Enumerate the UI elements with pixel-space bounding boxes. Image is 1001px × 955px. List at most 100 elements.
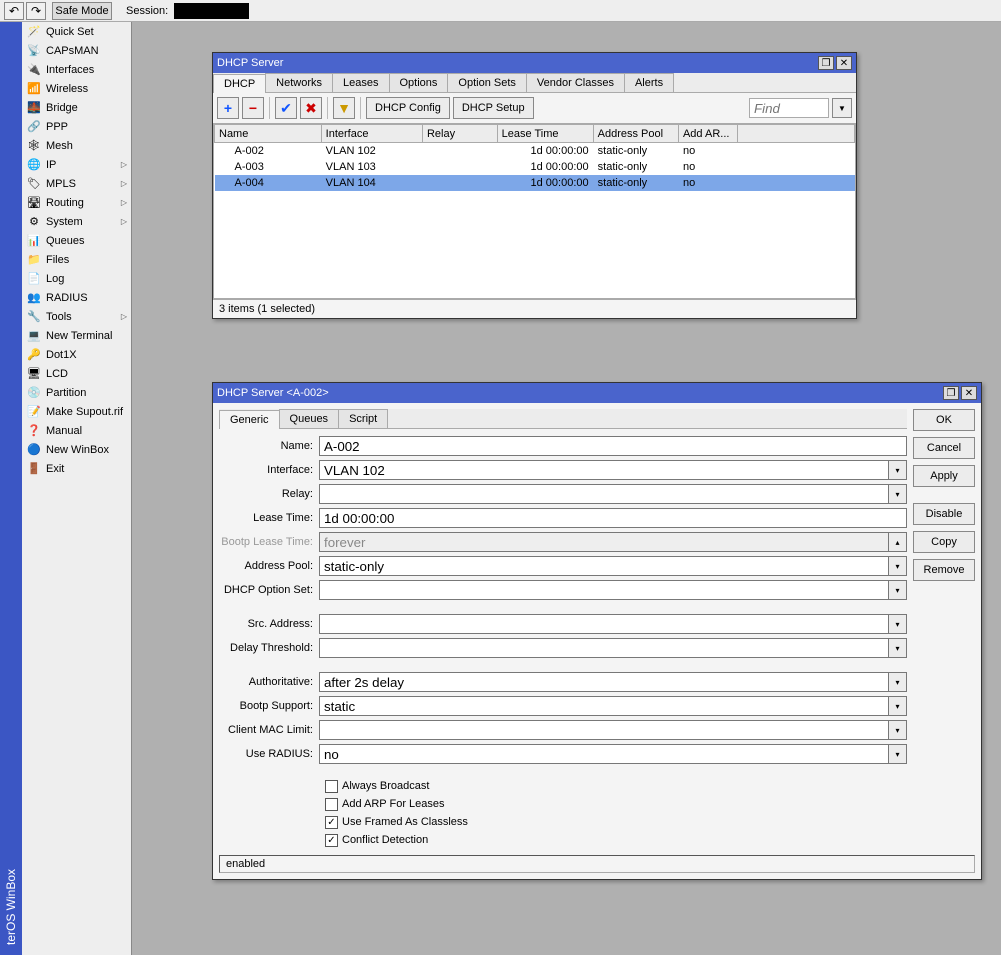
mac-input[interactable] (319, 720, 889, 740)
sidebar-item-new-terminal[interactable]: 💻New Terminal (22, 326, 131, 345)
window-titlebar[interactable]: DHCP Server ❐ ✕ (213, 53, 856, 73)
sidebar-item-exit[interactable]: 🚪Exit (22, 459, 131, 478)
sidebar-item-interfaces[interactable]: 🔌Interfaces (22, 60, 131, 79)
sidebar-item-lcd[interactable]: 🖥LCD (22, 364, 131, 383)
tab-dhcp[interactable]: DHCP (213, 74, 266, 93)
sidebar-item-mesh[interactable]: 🕸Mesh (22, 136, 131, 155)
find-input[interactable] (749, 98, 829, 118)
table-row[interactable]: A-002VLAN 1021d 00:00:00static-onlyno (215, 143, 855, 159)
src-dropdown[interactable]: ▾ (889, 614, 907, 634)
disable-button[interactable]: ✖ (300, 97, 322, 119)
find-dropdown[interactable]: ▼ (832, 98, 852, 118)
sidebar-item-dot1x[interactable]: 🔑Dot1X (22, 345, 131, 364)
delay-input[interactable] (319, 638, 889, 658)
tab-alerts[interactable]: Alerts (624, 73, 674, 92)
add-arp-checkbox[interactable] (325, 798, 338, 811)
radius-input[interactable] (319, 744, 889, 764)
sidebar-item-partition[interactable]: 💿Partition (22, 383, 131, 402)
bootp-sup-input[interactable] (319, 696, 889, 716)
always-broadcast-checkbox[interactable] (325, 780, 338, 793)
column-header[interactable] (737, 125, 854, 143)
sidebar-item-wireless[interactable]: 📶Wireless (22, 79, 131, 98)
remove-button[interactable]: Remove (913, 559, 975, 581)
name-input[interactable] (319, 436, 907, 456)
bootp-lease-input (319, 532, 889, 552)
column-header[interactable]: Relay (422, 125, 497, 143)
cancel-button[interactable]: Cancel (913, 437, 975, 459)
sidebar-item-new-winbox[interactable]: 🔵New WinBox (22, 440, 131, 459)
tab-option-sets[interactable]: Option Sets (447, 73, 526, 92)
pool-input[interactable] (319, 556, 889, 576)
column-header[interactable]: Name (215, 125, 322, 143)
tab-leases[interactable]: Leases (332, 73, 389, 92)
sidebar-item-capsman[interactable]: 📡CAPsMAN (22, 41, 131, 60)
window-close-button[interactable]: ✕ (836, 56, 852, 70)
sidebar-item-quick-set[interactable]: 🪄Quick Set (22, 22, 131, 41)
window-titlebar[interactable]: DHCP Server <A-002> ❐ ✕ (213, 383, 981, 403)
mac-dropdown[interactable]: ▾ (889, 720, 907, 740)
window-restore-button[interactable]: ❐ (818, 56, 834, 70)
sidebar-item-mpls[interactable]: 🏷MPLS▷ (22, 174, 131, 193)
auth-input[interactable] (319, 672, 889, 692)
column-header[interactable]: Interface (321, 125, 422, 143)
optset-dropdown[interactable]: ▾ (889, 580, 907, 600)
optset-input[interactable] (319, 580, 889, 600)
tab-networks[interactable]: Networks (265, 73, 333, 92)
bootp-lease-dropdown[interactable]: ▴ (889, 532, 907, 552)
ok-button[interactable]: OK (913, 409, 975, 431)
sidebar-item-queues[interactable]: 📊Queues (22, 231, 131, 250)
redo-button[interactable]: ↷ (26, 2, 46, 20)
pool-dropdown[interactable]: ▾ (889, 556, 907, 576)
src-input[interactable] (319, 614, 889, 634)
relay-dropdown[interactable]: ▾ (889, 484, 907, 504)
column-header[interactable]: Lease Time (497, 125, 593, 143)
column-header[interactable]: Address Pool (593, 125, 678, 143)
radius-dropdown[interactable]: ▾ (889, 744, 907, 764)
tab-script[interactable]: Script (338, 409, 388, 428)
window-restore-button[interactable]: ❐ (943, 386, 959, 400)
delay-dropdown[interactable]: ▾ (889, 638, 907, 658)
use-framed-checkbox[interactable]: ✓ (325, 816, 338, 829)
sidebar-item-manual[interactable]: ❓Manual (22, 421, 131, 440)
add-button[interactable]: + (217, 97, 239, 119)
window-close-button[interactable]: ✕ (961, 386, 977, 400)
sidebar-item-files[interactable]: 📁Files (22, 250, 131, 269)
sidebar-item-routing[interactable]: 🛣Routing▷ (22, 193, 131, 212)
disable-button[interactable]: Disable (913, 503, 975, 525)
tab-options[interactable]: Options (389, 73, 449, 92)
sidebar-item-radius[interactable]: 👥RADIUS (22, 288, 131, 307)
sidebar-item-ip[interactable]: 🌐IP▷ (22, 155, 131, 174)
remove-button[interactable]: − (242, 97, 264, 119)
add-arp-label: Add ARP For Leases (342, 798, 445, 810)
column-header[interactable]: Add AR... (678, 125, 737, 143)
undo-button[interactable]: ↶ (4, 2, 24, 20)
enable-button[interactable]: ✔ (275, 97, 297, 119)
auth-dropdown[interactable]: ▾ (889, 672, 907, 692)
table-row[interactable]: A-004VLAN 1041d 00:00:00static-onlyno (215, 175, 855, 191)
tab-vendor-classes[interactable]: Vendor Classes (526, 73, 625, 92)
sidebar-item-log[interactable]: 📄Log (22, 269, 131, 288)
sidebar-item-ppp[interactable]: 🔗PPP (22, 117, 131, 136)
tab-generic[interactable]: Generic (219, 410, 280, 429)
apply-button[interactable]: Apply (913, 465, 975, 487)
interface-input[interactable] (319, 460, 889, 480)
copy-button[interactable]: Copy (913, 531, 975, 553)
sidebar-item-system[interactable]: ⚙System▷ (22, 212, 131, 231)
sidebar-item-bridge[interactable]: 🌉Bridge (22, 98, 131, 117)
interface-dropdown[interactable]: ▾ (889, 460, 907, 480)
safemode-button[interactable]: Safe Mode (52, 2, 112, 20)
bootp-sup-dropdown[interactable]: ▾ (889, 696, 907, 716)
tab-queues[interactable]: Queues (279, 409, 340, 428)
dhcp-config-button[interactable]: DHCP Config (366, 97, 450, 119)
sidebar-item-make-supout.rif[interactable]: 📝Make Supout.rif (22, 402, 131, 421)
relay-input[interactable] (319, 484, 889, 504)
optset-label: DHCP Option Set: (219, 584, 319, 596)
dhcp-setup-button[interactable]: DHCP Setup (453, 97, 534, 119)
sidebar-item-tools[interactable]: 🔧Tools▷ (22, 307, 131, 326)
conflict-detection-checkbox[interactable]: ✓ (325, 834, 338, 847)
table-row[interactable]: A-003VLAN 1031d 00:00:00static-onlyno (215, 159, 855, 175)
lease-input[interactable] (319, 508, 907, 528)
filter-button[interactable]: ▼ (333, 97, 355, 119)
sidebar-icon: 🚪 (26, 461, 42, 477)
window-title: DHCP Server <A-002> (217, 387, 941, 399)
